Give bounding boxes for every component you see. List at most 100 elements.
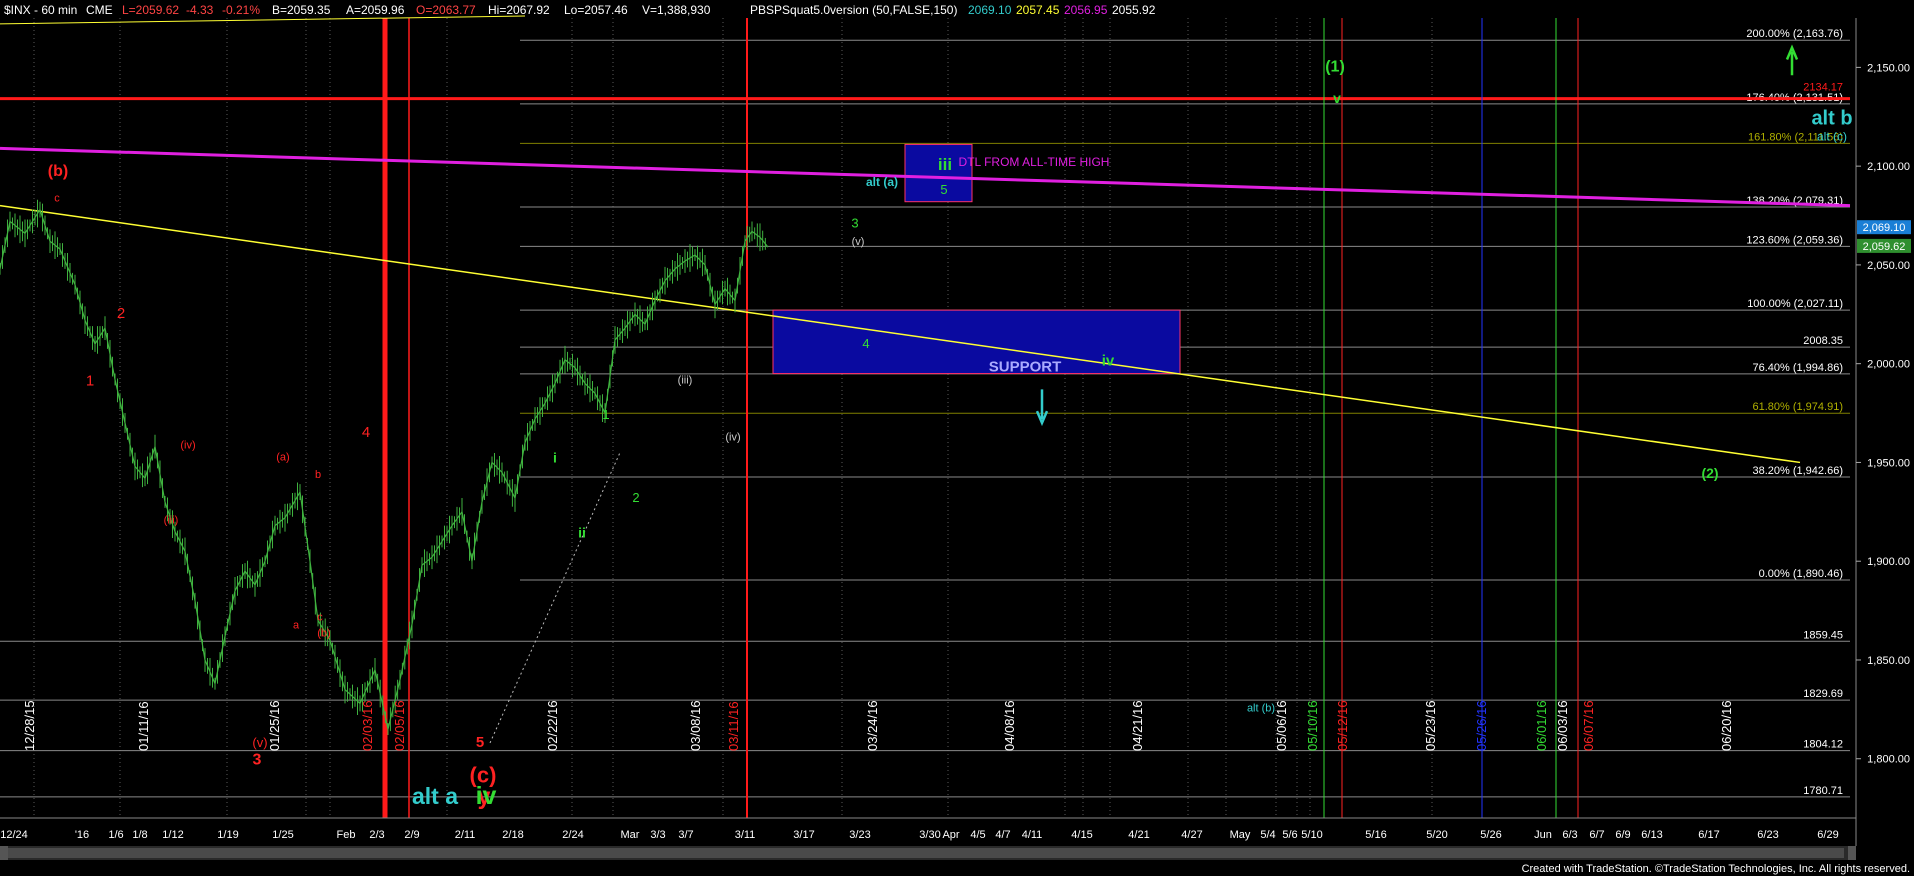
indicator-name: PBSPSquat5.0version (50,FALSE,150) <box>750 3 957 17</box>
date-label: 01/11/16 <box>136 701 151 751</box>
fib-level-label: 1829.69 <box>1803 688 1843 700</box>
price-tick-label: 2,150.00 <box>1867 62 1910 74</box>
time-tick-label: Apr <box>942 829 959 841</box>
date-label: 03/08/16 <box>688 700 703 751</box>
time-tick-label: 2/9 <box>404 829 419 841</box>
wave-label: 3 <box>851 215 858 230</box>
wave-label: (iii) <box>164 515 179 527</box>
time-tick-label: 3/30 <box>919 829 940 841</box>
time-tick-label: 3/7 <box>678 829 693 841</box>
change-pct: -0.21% <box>222 3 260 17</box>
time-tick-label: 1/25 <box>272 829 293 841</box>
date-label: 06/01/16 <box>1534 700 1549 751</box>
time-tick-label: 5/20 <box>1426 829 1447 841</box>
fib-level-label: 123.60% (2,059.36) <box>1746 234 1843 246</box>
wave-label: (v) <box>252 735 267 750</box>
wave-label: 5 <box>476 734 484 751</box>
wave-label: SUPPORT <box>989 359 1062 376</box>
wave-label: (b) <box>317 627 330 639</box>
wave-label: iv <box>476 782 497 810</box>
indicator-value-3: 2056.95 <box>1064 3 1108 17</box>
wave-label: 1 <box>86 372 94 389</box>
chart-header: $INX - 60 min CME L=2059.62 -4.33 -0.21%… <box>4 3 1156 17</box>
fib-level-label: 1780.71 <box>1803 785 1843 797</box>
last-price: L=2059.62 <box>122 3 179 17</box>
price-tick-label: 1,950.00 <box>1867 457 1910 469</box>
ask: A=2059.96 <box>346 3 405 17</box>
scrollbar-right-button[interactable] <box>1848 846 1856 860</box>
wave-label: (iv) <box>180 440 195 452</box>
scrollbar-left-button[interactable] <box>0 846 8 860</box>
wave-label: alt (b) <box>1247 702 1275 714</box>
wave-label: 1 <box>602 407 609 422</box>
indicator-value-1: 2069.10 <box>968 3 1012 17</box>
symbol: $INX - 60 min <box>4 3 77 17</box>
fib-level-label: 0.00% (1,890.46) <box>1759 568 1843 580</box>
bid: B=2059.35 <box>272 3 331 17</box>
price-tick-label: 1,850.00 <box>1867 655 1910 667</box>
fib-level-label: 2008.35 <box>1803 335 1843 347</box>
price-axis-background <box>1856 18 1914 846</box>
wave-label: (a) <box>276 451 289 463</box>
indicator-value-2: 2057.45 <box>1016 3 1060 17</box>
high: Hi=2067.92 <box>488 3 550 17</box>
time-tick-label: 4/15 <box>1071 829 1092 841</box>
wave-label: (b) <box>48 163 68 180</box>
footer-credit: Created with TradeStation. ©TradeStation… <box>1522 863 1910 875</box>
price-tag: 2,059.62 <box>1863 241 1906 253</box>
date-label: 06/07/16 <box>1581 700 1596 751</box>
date-label: 12/28/15 <box>22 700 37 751</box>
time-tick-label: 6/9 <box>1615 829 1630 841</box>
date-label: 05/06/16 <box>1274 700 1289 751</box>
wave-label: c <box>317 611 323 623</box>
time-tick-label: 6/17 <box>1698 829 1719 841</box>
time-tick-label: 6/23 <box>1757 829 1778 841</box>
wave-label: (1) <box>1325 58 1345 75</box>
time-tick-label: 5/6 <box>1282 829 1297 841</box>
time-tick-label: May <box>1230 829 1251 841</box>
time-tick-label: 3/23 <box>849 829 870 841</box>
volume: V=1,388,930 <box>642 3 711 17</box>
time-tick-label: 5/26 <box>1480 829 1501 841</box>
time-tick-label: 4/7 <box>995 829 1010 841</box>
time-tick-label: 4/5 <box>970 829 985 841</box>
wave-label: a <box>293 619 300 631</box>
wave-label: alt (a) <box>866 175 898 189</box>
wave-label: 4 <box>862 336 869 351</box>
time-tick-label: Feb <box>337 829 356 841</box>
time-tick-label: 5/16 <box>1365 829 1386 841</box>
wave-label: ii <box>578 525 586 541</box>
wave-label: 3 <box>253 752 262 769</box>
open: O=2063.77 <box>416 3 476 17</box>
price-tick-label: 2,100.00 <box>1867 161 1910 173</box>
wave-label: iii <box>938 155 952 174</box>
indicator-value-4: 2055.92 <box>1112 3 1156 17</box>
date-label: 02/05/16 <box>392 700 407 751</box>
date-label: 04/21/16 <box>1130 700 1145 751</box>
support-box <box>772 309 1181 375</box>
scrollbar-thumb[interactable] <box>6 848 1844 858</box>
date-label: 05/26/16 <box>1474 700 1489 751</box>
date-label: 05/10/16 <box>1305 700 1320 751</box>
fib-level-label: 1804.12 <box>1803 739 1843 751</box>
exchange: CME <box>86 3 113 17</box>
date-label: 05/12/16 <box>1335 700 1350 751</box>
time-tick-label: 4/11 <box>1022 829 1043 841</box>
wave-label: b <box>315 469 321 481</box>
wave-label: v <box>1333 90 1341 106</box>
time-tick-label: 5/4 <box>1260 829 1275 841</box>
price-tick-label: 1,900.00 <box>1867 556 1910 568</box>
time-tick-label: 3/17 <box>793 829 814 841</box>
time-tick-label: 5/10 <box>1301 829 1322 841</box>
time-tick-label: 2/11 <box>455 829 476 841</box>
date-label: 04/08/16 <box>1002 700 1017 751</box>
time-tick-label: 2/18 <box>502 829 523 841</box>
date-label: 05/23/16 <box>1423 700 1438 751</box>
wave-label: (iii) <box>678 374 693 386</box>
time-tick-label: 1/19 <box>217 829 238 841</box>
date-label: 03/24/16 <box>865 700 880 751</box>
date-label: 03/11/16 <box>726 701 741 751</box>
time-tick-label: 2/3 <box>369 829 384 841</box>
price-tick-label: 2,050.00 <box>1867 260 1910 272</box>
wave-label: 2 <box>117 305 125 322</box>
